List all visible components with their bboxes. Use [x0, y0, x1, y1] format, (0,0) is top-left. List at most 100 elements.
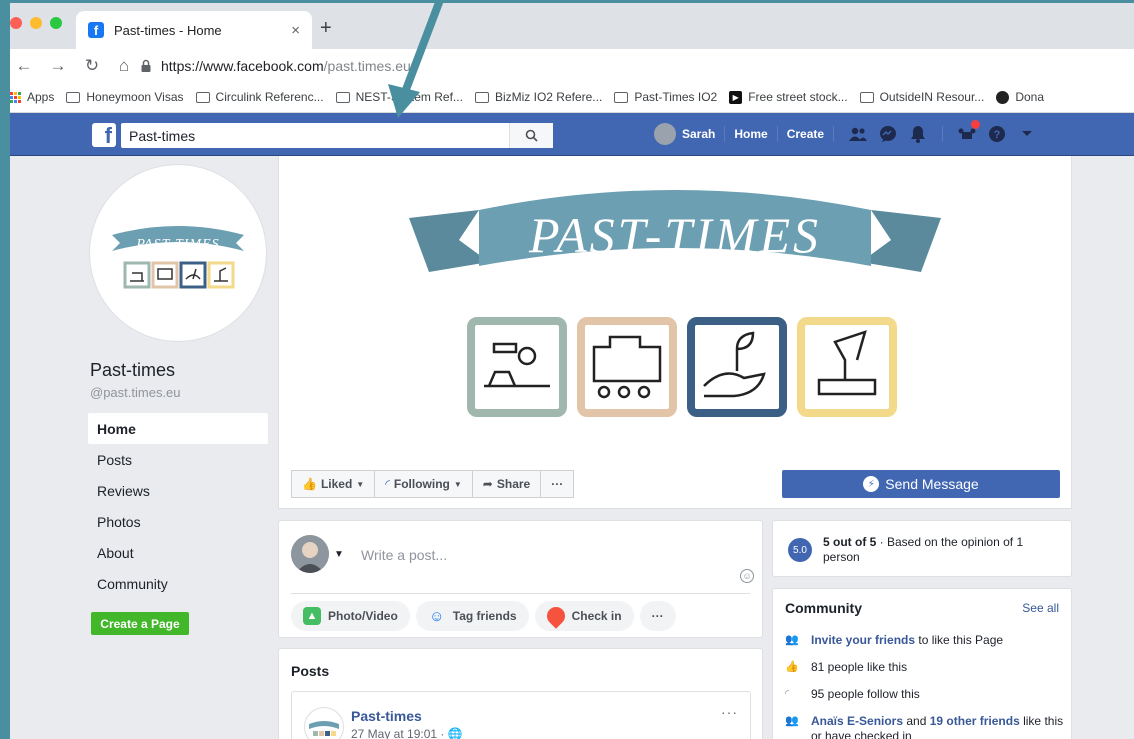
post-author-avatar[interactable] [304, 707, 344, 739]
search-input[interactable]: Past-times [121, 123, 553, 148]
url-path: /past.times.eu/ [323, 58, 415, 74]
minimize-window-icon[interactable] [30, 17, 42, 29]
facebook-logo-icon[interactable]: f [92, 123, 116, 147]
close-window-icon[interactable] [10, 17, 22, 29]
friend-requests-icon[interactable] [847, 123, 869, 145]
left-nav-item-home[interactable]: Home [88, 413, 268, 444]
bookmark-folder[interactable]: Honeymoon Visas [66, 90, 184, 104]
community-title: Community [785, 600, 862, 616]
address-bar[interactable]: https://www.facebook.com/past.times.eu/ [140, 55, 415, 77]
post-date[interactable]: 27 May at 19:01 · 🌐 [351, 727, 463, 739]
chevron-down-icon: ▼ [453, 479, 462, 489]
cover-icon-plant [687, 317, 787, 417]
reload-icon[interactable]: ↻ [78, 56, 106, 76]
post-date-text: 27 May at 19:01 · [351, 727, 445, 739]
home-link[interactable]: Home [734, 127, 767, 141]
bookmark-apps[interactable]: Apps [10, 90, 54, 104]
divider [942, 126, 944, 142]
facebook-favicon-icon: f [88, 22, 104, 38]
divider [724, 126, 726, 142]
bookmark-label: OutsideIN Resour... [879, 90, 985, 104]
left-nav-item-community[interactable]: Community [88, 568, 268, 599]
search-button[interactable] [509, 123, 553, 148]
bookmark-page[interactable]: Dona [996, 90, 1044, 104]
page-profile-picture[interactable]: PAST-TIMES [90, 165, 266, 341]
page-action-bar: 👍 Liked ▼ ◜ Following ▼ ➦ Share ··· [291, 470, 575, 498]
left-nav-item-posts[interactable]: Posts [88, 444, 268, 475]
user-name-link[interactable]: Sarah [682, 127, 715, 141]
follows-count-text: 95 people follow this [811, 687, 920, 701]
send-message-button[interactable]: ⚡ Send Message [782, 470, 1060, 498]
groups-icon[interactable] [956, 120, 981, 145]
post-more-button[interactable]: ··· [721, 704, 738, 720]
bookmark-folder[interactable]: Past-Times IO2 [614, 90, 717, 104]
folder-icon [614, 91, 629, 103]
left-nav-item-reviews[interactable]: Reviews [88, 475, 268, 506]
cover-section: PAST-TIMES 👍 Liked ▼ ◜ Following ▼ ➦ Sha… [278, 156, 1072, 509]
folder-icon [66, 91, 81, 103]
messenger-icon[interactable] [877, 123, 899, 145]
help-icon[interactable]: ? [986, 123, 1008, 145]
community-card: Community See all 👥 Invite your friends … [772, 588, 1072, 739]
home-icon[interactable]: ⌂ [110, 56, 138, 76]
bookmark-folder[interactable]: BizMiz IO2 Refere... [474, 90, 603, 104]
thumbs-up-icon: 👍 [785, 661, 799, 673]
more-options-button[interactable]: ··· [639, 601, 676, 631]
bookmark-folder[interactable]: NEST-System Ref... [335, 90, 463, 104]
back-icon[interactable]: ← [10, 56, 38, 76]
post-author-name[interactable]: Past-times [351, 708, 422, 724]
composer-avatar[interactable] [291, 535, 329, 573]
likes-count-text: 81 people like this [811, 660, 908, 674]
liked-label: Liked [320, 477, 353, 491]
more-actions-button[interactable]: ··· [540, 470, 575, 498]
post-card: Past-times 27 May at 19:01 · 🌐 ··· [291, 691, 751, 739]
create-link[interactable]: Create [787, 127, 824, 141]
browser-tab[interactable]: f Past-times - Home × [76, 11, 312, 49]
emoji-icon[interactable]: ☺ [740, 569, 754, 583]
notifications-bell-icon[interactable] [907, 123, 929, 145]
create-page-button[interactable]: Create a Page [91, 612, 189, 635]
account-menu-caret-icon[interactable] [1016, 123, 1038, 145]
bookmark-label: Dona [1015, 90, 1044, 104]
friends-icon: 👥 [785, 715, 799, 727]
other-friends-link[interactable]: 19 other friends [930, 714, 1020, 728]
user-avatar[interactable] [654, 123, 676, 145]
cover-icon-train [577, 317, 677, 417]
forward-icon[interactable]: → [44, 56, 72, 76]
new-tab-button[interactable]: + [320, 17, 332, 40]
liked-button[interactable]: 👍 Liked ▼ [291, 470, 376, 498]
photo-video-button[interactable]: ▲ Photo/Video [291, 601, 410, 631]
tag-friends-button[interactable]: ☺ Tag friends [415, 601, 529, 631]
write-post-input[interactable]: Write a post... [361, 547, 447, 563]
cover-banner-text: PAST-TIMES [528, 207, 821, 263]
maximize-window-icon[interactable] [50, 17, 62, 29]
cover-photo[interactable]: PAST-TIMES [279, 156, 1073, 456]
bookmark-folder[interactable]: OutsideIN Resour... [859, 90, 985, 104]
close-tab-icon[interactable]: × [291, 22, 300, 39]
page-handle: @past.times.eu [90, 385, 181, 400]
cover-icon-gramophone [797, 317, 897, 417]
left-nav-item-about[interactable]: About [88, 537, 268, 568]
messenger-icon: ⚡ [863, 476, 880, 492]
invite-friends-link[interactable]: Invite your friends [811, 633, 915, 647]
friend-name-link[interactable]: Anaïs E-Seniors [811, 714, 903, 728]
page-name[interactable]: Past-times [90, 360, 175, 381]
divider [291, 593, 750, 594]
following-button[interactable]: ◜ Following ▼ [374, 470, 473, 498]
chevron-down-icon: ▼ [356, 479, 365, 489]
cover-icon-countryside [467, 317, 567, 417]
folder-icon [195, 91, 210, 103]
browser-window: f Past-times - Home × + ← → ↻ ⌂ https://… [10, 3, 1134, 739]
rating-summary[interactable]: 5 out of 5 · Based on the opinion of 1 p… [823, 535, 1063, 565]
photo-icon: ▲ [303, 607, 321, 625]
bookmark-page[interactable]: ▶ Free street stock... [729, 90, 848, 104]
photo-video-label: Photo/Video [328, 609, 398, 623]
see-all-link[interactable]: See all [1022, 601, 1059, 615]
bookmark-label: Honeymoon Visas [86, 90, 184, 104]
share-button[interactable]: ➦ Share [471, 470, 542, 498]
left-nav-item-photos[interactable]: Photos [88, 506, 268, 537]
check-in-button[interactable]: Check in [534, 601, 634, 631]
bookmark-folder[interactable]: Circulink Referenc... [195, 90, 324, 104]
bookmark-label: BizMiz IO2 Refere... [494, 90, 603, 104]
audience-caret-icon[interactable]: ▼ [334, 549, 344, 560]
